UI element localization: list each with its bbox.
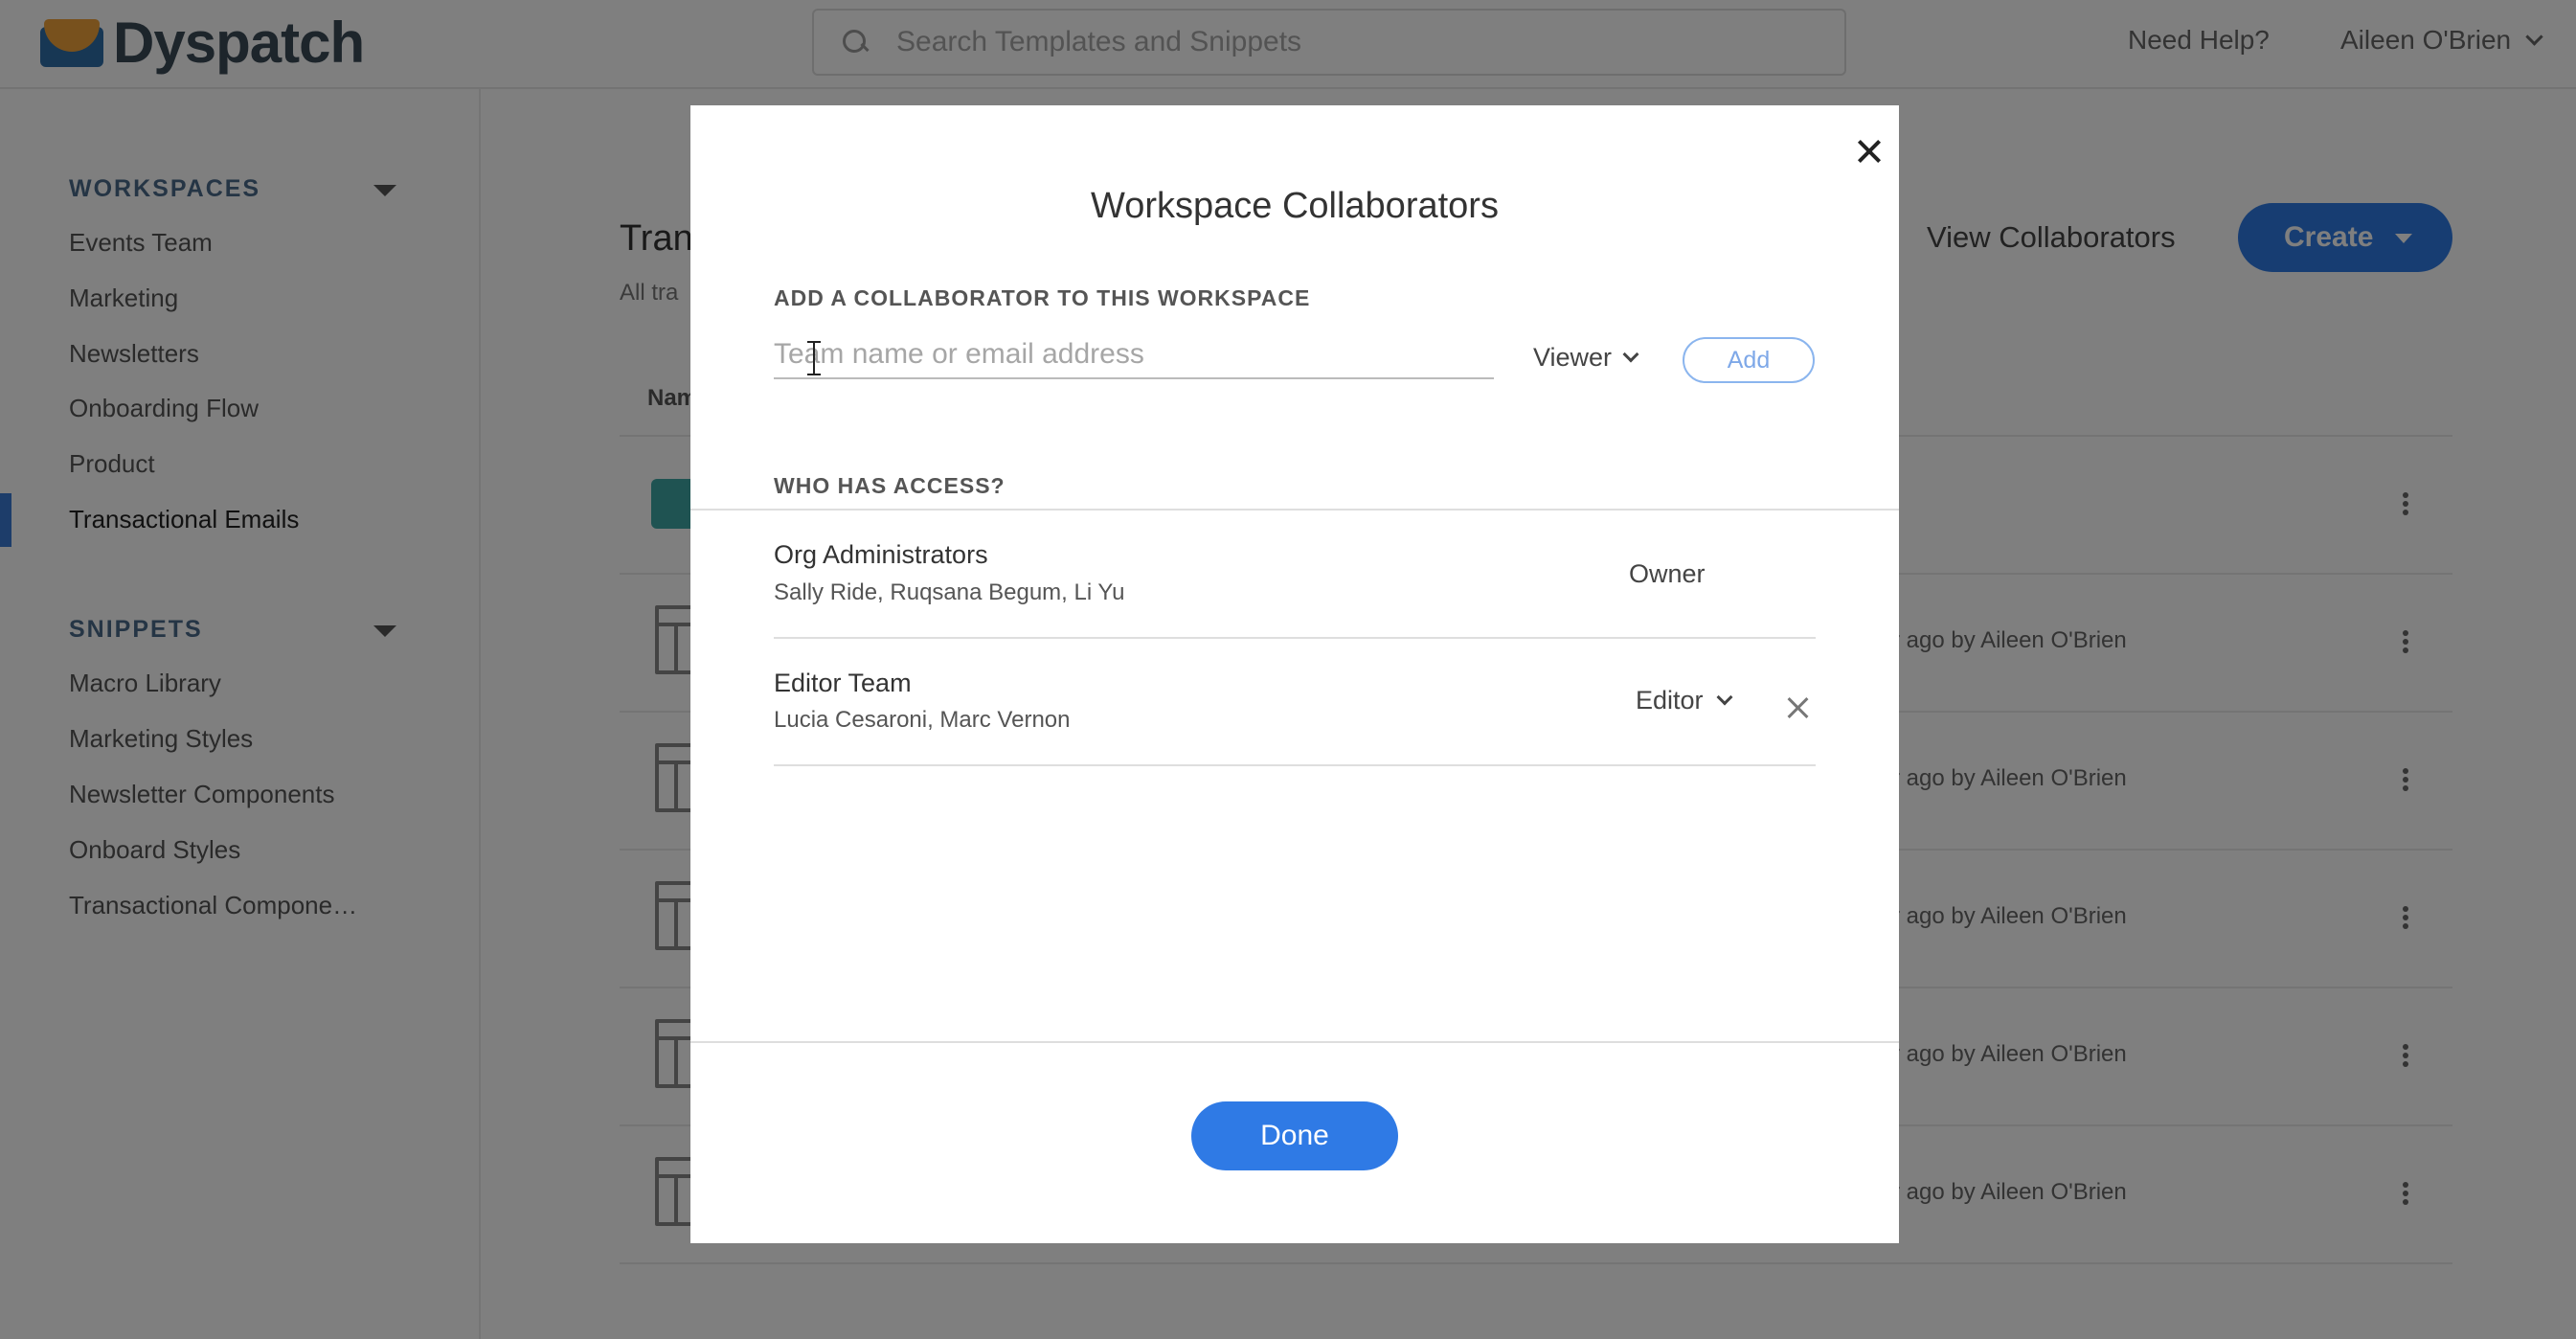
divider [774, 637, 1816, 639]
collaborator-input[interactable] [774, 331, 1494, 379]
divider [690, 1041, 1899, 1043]
access-group-members: Lucia Cesaroni, Marc Vernon [774, 707, 1071, 733]
access-role-label: Owner [1629, 559, 1706, 589]
role-dropdown[interactable]: Viewer [1533, 343, 1639, 373]
chevron-down-icon [1622, 346, 1639, 362]
add-button[interactable]: Add [1683, 337, 1815, 383]
role-selected: Viewer [1533, 343, 1613, 372]
text-cursor-icon [807, 341, 821, 375]
workspace-collaborators-dialog: Workspace Collaborators ADD A COLLABORAT… [690, 105, 1899, 1243]
divider [774, 764, 1816, 766]
access-role-text: Editor [1636, 686, 1704, 715]
access-group-members: Sally Ride, Ruqsana Begum, Li Yu [774, 579, 1125, 605]
access-group-name: Editor Team [774, 669, 912, 697]
add-collaborator-heading: ADD A COLLABORATOR TO THIS WORKSPACE [774, 285, 1311, 310]
dialog-title: Workspace Collaborators [1091, 186, 1499, 226]
access-group-name: Org Administrators [774, 540, 988, 569]
remove-collaborator-icon[interactable] [1784, 693, 1813, 722]
divider [690, 509, 1899, 511]
done-button[interactable]: Done [1191, 1101, 1398, 1170]
close-icon[interactable] [1849, 130, 1891, 172]
access-role-text: Owner [1629, 559, 1706, 588]
access-role-dropdown[interactable]: Editor [1636, 686, 1733, 715]
who-has-access-heading: WHO HAS ACCESS? [774, 473, 1006, 498]
chevron-down-icon [1716, 689, 1733, 705]
